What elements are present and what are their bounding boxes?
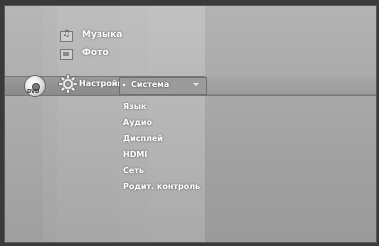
submenu-item-language[interactable]: Язык [123, 102, 146, 111]
column-1 [5, 6, 44, 242]
selection-band-right [205, 76, 376, 94]
submenu-item-hdmi[interactable]: HDMI [123, 150, 147, 159]
column-2 [43, 6, 58, 242]
menu-item-photo[interactable]: Фото [82, 48, 109, 58]
column-5 [149, 6, 206, 242]
disc-label: DVD [27, 89, 40, 95]
gear-icon[interactable] [58, 74, 78, 94]
submenu-item-network[interactable]: Сеть [123, 166, 144, 175]
preview-panel [205, 6, 376, 242]
menu-item-music[interactable]: Музыка [82, 30, 122, 40]
submenu-item-parental-control[interactable]: Родит. контроль [123, 182, 200, 191]
photo-icon [60, 49, 73, 60]
chevron-down-icon [193, 83, 199, 86]
submenu-selected-label: Система [131, 80, 170, 89]
submenu-item-audio[interactable]: Аудио [123, 118, 152, 127]
submenu-item-display[interactable]: Дисплей [123, 134, 163, 143]
selection-dot-icon [123, 84, 125, 86]
music-note-icon [60, 29, 73, 42]
menu-screen: Музыка Фото DVD Настройки Система Язык А… [4, 5, 377, 243]
